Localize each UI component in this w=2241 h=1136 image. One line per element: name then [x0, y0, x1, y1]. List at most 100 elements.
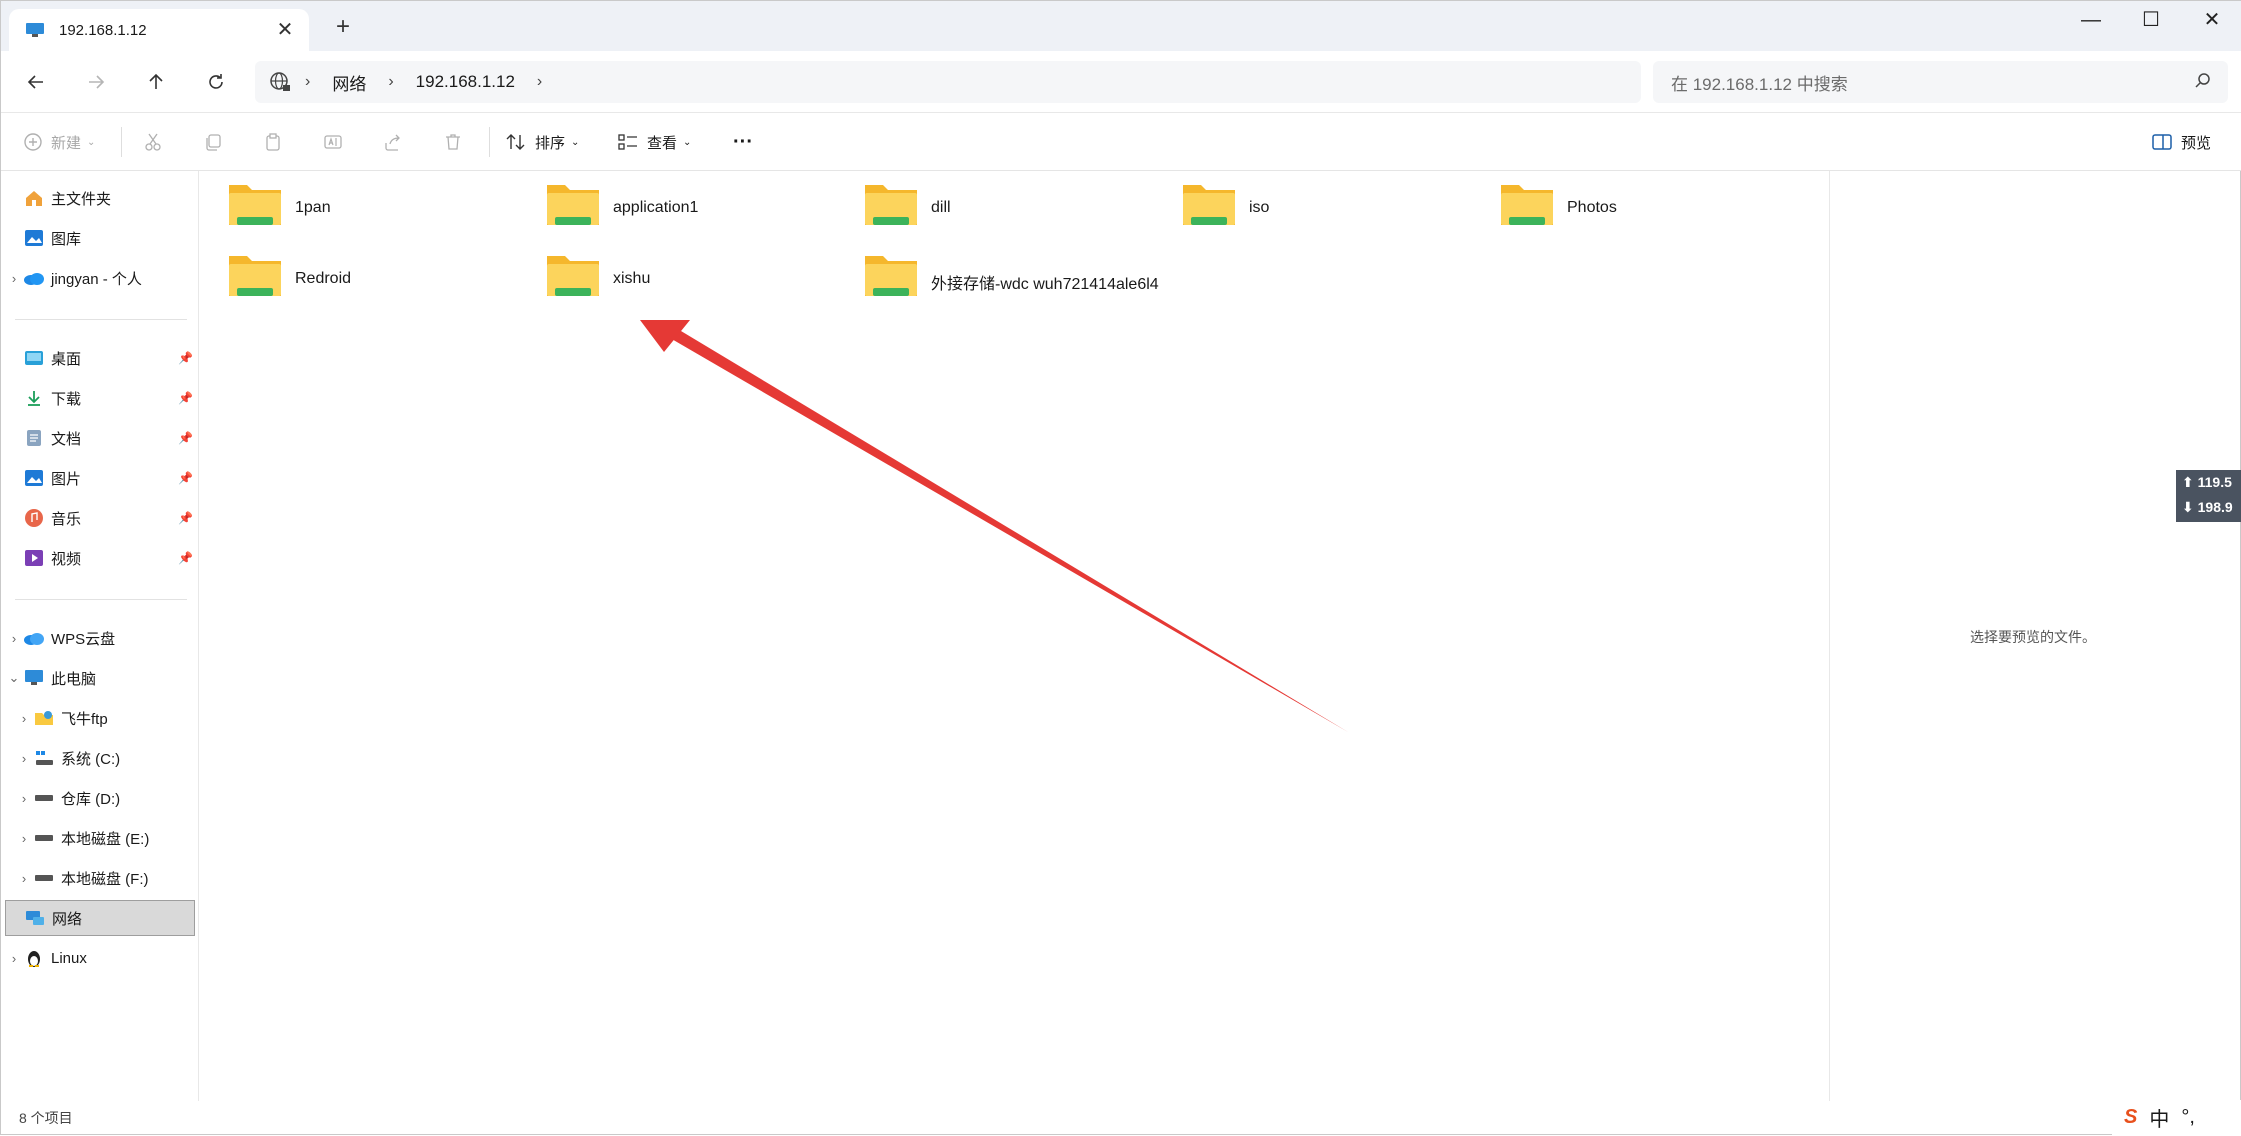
chevron-right-icon[interactable]: › — [537, 73, 542, 91]
sidebar-item-label: 文档 — [51, 430, 82, 448]
address-row: › 网络 › 192.168.1.12 › 在 192.168.1.12 中搜索 — [1, 51, 2241, 113]
sidebar-item-wps-cloud[interactable]: › WPS云盘 — [5, 620, 195, 656]
sidebar-item-gallery[interactable]: 图库 — [5, 220, 195, 256]
sidebar-item-onedrive[interactable]: › jingyan - 个人 — [5, 260, 195, 296]
share-icon — [385, 134, 400, 151]
back-button[interactable] — [19, 65, 53, 99]
chevron-right-icon[interactable]: › — [15, 711, 33, 726]
shared-folder-icon — [1183, 185, 1235, 225]
sidebar-item-documents[interactable]: 文档 📌 — [5, 420, 195, 456]
refresh-button[interactable] — [199, 65, 233, 99]
divider — [489, 127, 490, 157]
ime-mode[interactable]: 中 — [2149, 1103, 2169, 1132]
breadcrumb-host[interactable]: 192.168.1.12 — [416, 72, 515, 92]
shared-folder-icon — [547, 256, 599, 296]
new-label: 新建 — [51, 134, 82, 152]
drive-icon — [33, 788, 55, 808]
desktop-icon — [23, 348, 45, 368]
rename-button[interactable] — [323, 127, 343, 157]
chevron-right-icon[interactable]: › — [5, 631, 23, 646]
command-bar: 新建 ⌄ 排序 ⌄ 查看 ⌄ ··· 预览 — [1, 113, 2241, 171]
view-button[interactable]: 查看 ⌄ — [617, 127, 691, 157]
network-speed-widget: ⬆ 119.5 ⬇ 198.9 — [2176, 470, 2241, 522]
folder-item[interactable]: 外接存储-wdc wuh721414ale6l4 — [863, 250, 1263, 308]
pin-icon[interactable]: 📌 — [178, 351, 193, 365]
sidebar-item-ftp[interactable]: › 飞牛ftp — [15, 700, 205, 736]
folder-item[interactable]: xishu — [545, 250, 855, 308]
paste-button[interactable] — [263, 127, 283, 157]
ime-indicator[interactable]: S 中 °, — [2112, 1100, 2241, 1135]
delete-button[interactable] — [443, 127, 463, 157]
folder-item[interactable]: iso — [1181, 179, 1491, 237]
sidebar-item-label: 图库 — [51, 230, 82, 248]
sidebar-item-drive-f[interactable]: › 本地磁盘 (F:) — [15, 860, 205, 896]
chevron-right-icon[interactable]: › — [305, 73, 310, 91]
breadcrumb-network[interactable]: 网络 — [332, 70, 366, 95]
chevron-right-icon[interactable]: › — [388, 73, 393, 91]
sidebar-item-label: 音乐 — [51, 510, 82, 528]
pin-icon[interactable]: 📌 — [178, 391, 193, 405]
address-bar[interactable]: › 网络 › 192.168.1.12 › — [255, 61, 1641, 103]
folder-item[interactable]: Redroid — [227, 250, 537, 308]
sidebar-item-home[interactable]: 主文件夹 — [5, 180, 195, 216]
sidebar-item-desktop[interactable]: 桌面 📌 — [5, 340, 195, 376]
pin-icon[interactable]: 📌 — [178, 471, 193, 485]
chevron-right-icon[interactable]: › — [15, 831, 33, 846]
sidebar-item-videos[interactable]: 视频 📌 — [5, 540, 195, 576]
paste-icon — [266, 133, 280, 151]
folder-name: dill — [931, 199, 951, 216]
folder-name: application1 — [613, 199, 699, 216]
minimize-button[interactable]: — — [2061, 1, 2121, 41]
preview-message: 选择要预览的文件。 — [1970, 629, 2096, 645]
pin-icon[interactable]: 📌 — [178, 431, 193, 445]
cut-button[interactable] — [143, 127, 163, 157]
windows-drive-icon — [33, 748, 55, 768]
sidebar-item-this-pc[interactable]: ⌄ 此电脑 — [5, 660, 195, 696]
divider — [121, 127, 122, 157]
chevron-right-icon[interactable]: › — [5, 271, 23, 286]
new-tab-button[interactable]: + — [331, 15, 355, 39]
sidebar-item-network[interactable]: 网络 — [5, 900, 195, 936]
close-window-button[interactable]: ✕ — [2182, 1, 2241, 41]
shared-folder-icon — [229, 256, 281, 296]
sidebar-item-label: 本地磁盘 (F:) — [61, 870, 149, 888]
chevron-right-icon[interactable]: › — [15, 751, 33, 766]
download-icon — [23, 388, 45, 408]
folder-item[interactable]: dill — [863, 179, 1173, 237]
pin-icon[interactable]: 📌 — [178, 511, 193, 525]
search-input[interactable]: 在 192.168.1.12 中搜索 — [1653, 61, 2228, 103]
sidebar-item-pictures[interactable]: 图片 📌 — [5, 460, 195, 496]
ime-punct[interactable]: °, — [2181, 1106, 2195, 1129]
folder-name: iso — [1249, 199, 1270, 216]
chevron-right-icon[interactable]: › — [15, 791, 33, 806]
sidebar-item-downloads[interactable]: 下载 📌 — [5, 380, 195, 416]
chevron-down-icon[interactable]: ⌄ — [5, 670, 23, 686]
sidebar-item-music[interactable]: 音乐 📌 — [5, 500, 195, 536]
copy-button[interactable] — [203, 127, 223, 157]
sidebar-item-drive-e[interactable]: › 本地磁盘 (E:) — [15, 820, 205, 856]
sidebar-item-linux[interactable]: › Linux — [5, 940, 195, 976]
sidebar-item-label: 此电脑 — [51, 670, 97, 688]
folder-item[interactable]: 1pan — [227, 179, 537, 237]
folder-item[interactable]: Photos — [1499, 179, 1809, 237]
close-tab-icon[interactable]: ✕ — [273, 18, 297, 42]
sidebar-item-drive-c[interactable]: › 系统 (C:) — [15, 740, 205, 776]
sidebar-item-drive-d[interactable]: › 仓库 (D:) — [15, 780, 205, 816]
chevron-right-icon[interactable]: › — [5, 951, 23, 966]
pin-icon[interactable]: 📌 — [178, 551, 193, 565]
new-button[interactable]: 新建 ⌄ — [23, 127, 95, 157]
download-arrow-icon: ⬇ — [2182, 499, 2194, 515]
sidebar-item-label: 主文件夹 — [51, 190, 112, 208]
up-button[interactable] — [139, 65, 173, 99]
chevron-right-icon[interactable]: › — [15, 871, 33, 886]
folder-item[interactable]: application1 — [545, 179, 855, 237]
more-options-button[interactable]: ··· — [733, 127, 753, 157]
share-button[interactable] — [383, 127, 403, 157]
tab-current[interactable]: 192.168.1.12 ✕ — [9, 9, 309, 51]
drive-icon — [33, 868, 55, 888]
shared-folder-icon — [547, 185, 599, 225]
maximize-button[interactable]: ☐ — [2121, 1, 2181, 41]
forward-button[interactable] — [79, 65, 113, 99]
preview-pane-button[interactable]: 预览 — [2151, 127, 2211, 157]
sort-button[interactable]: 排序 ⌄ — [505, 127, 579, 157]
